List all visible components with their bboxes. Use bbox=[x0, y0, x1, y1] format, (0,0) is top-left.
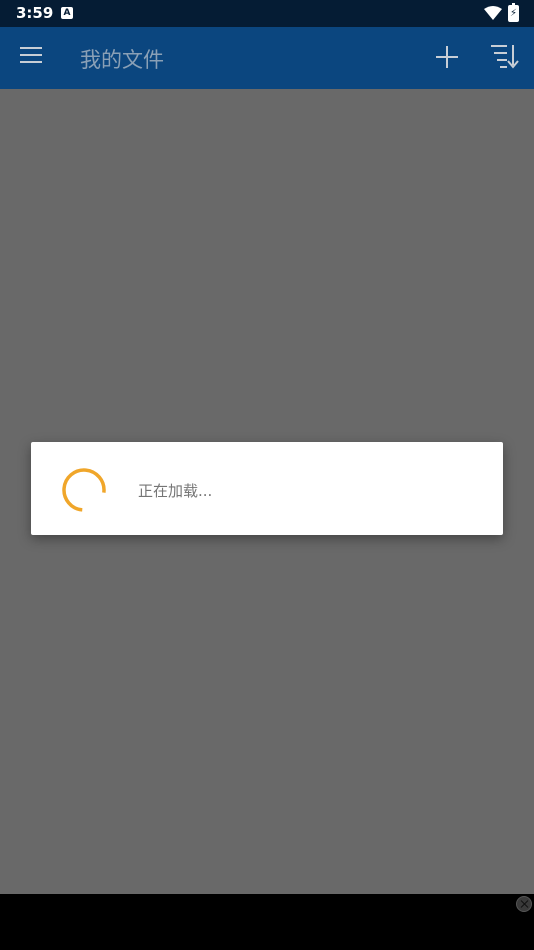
hamburger-menu-icon[interactable] bbox=[20, 47, 42, 67]
loading-spinner-icon bbox=[62, 468, 106, 512]
page-title: 我的文件 bbox=[80, 48, 164, 72]
loading-dialog: 正在加载... bbox=[31, 442, 503, 535]
sort-icon[interactable] bbox=[490, 43, 520, 69]
plus-icon[interactable] bbox=[436, 46, 458, 68]
navigation-bar bbox=[0, 894, 534, 950]
battery-charging-glyph: ⚡ bbox=[510, 8, 518, 19]
close-icon[interactable] bbox=[516, 896, 532, 912]
wifi-icon bbox=[484, 6, 502, 20]
battery-icon: ⚡ bbox=[508, 3, 519, 22]
status-bar: 3:59 A ⚡ bbox=[0, 0, 534, 27]
loading-text: 正在加载... bbox=[138, 482, 213, 500]
status-time: 3:59 bbox=[16, 4, 54, 22]
phone-screen: 3:59 A ⚡ 我的文件 正在加载... bbox=[0, 0, 534, 950]
a-icon: A bbox=[61, 7, 73, 19]
app-bar: 我的文件 bbox=[0, 27, 534, 89]
